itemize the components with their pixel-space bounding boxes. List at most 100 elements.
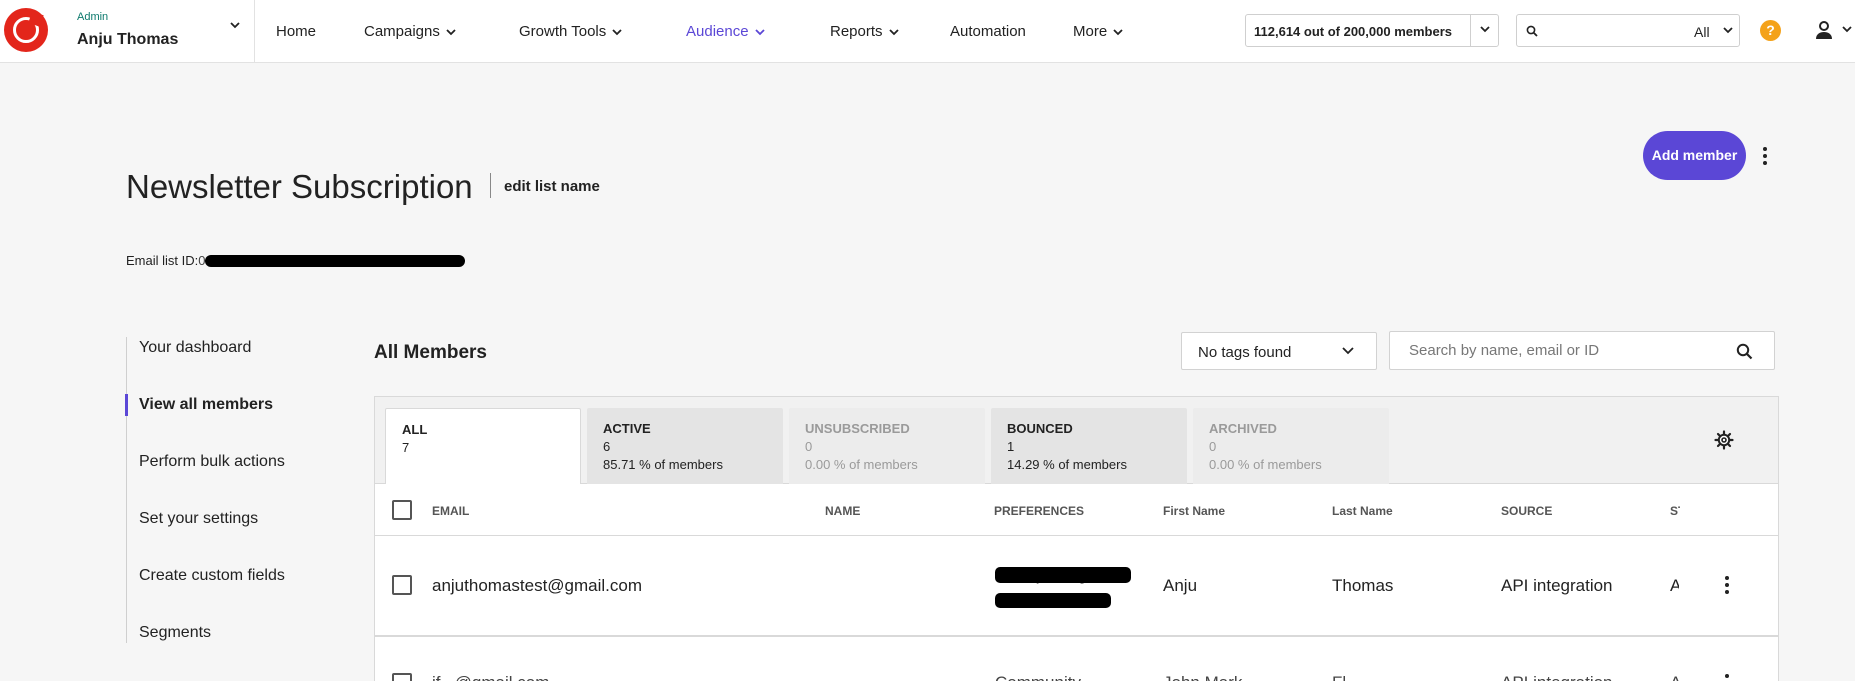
column-header-email[interactable]: EMAIL — [432, 504, 469, 518]
tab-unsubscribed[interactable]: UNSUBSCRIBED 0 0.00 % of members — [789, 408, 985, 484]
account-switcher[interactable]: Admin Anju Thomas — [62, 0, 255, 63]
member-source: API integration — [1501, 673, 1613, 681]
chevron-down-icon — [612, 28, 622, 35]
nav-label: Growth Tools — [519, 23, 607, 40]
column-header-status[interactable]: ST — [1670, 504, 1680, 518]
row-checkbox[interactable] — [392, 575, 412, 595]
tab-percent: 0.00 % of members — [805, 457, 918, 472]
members-quota-toggle[interactable] — [1470, 15, 1498, 46]
active-indicator — [125, 394, 128, 416]
tab-count: 0 — [1209, 439, 1217, 454]
nav-automation[interactable]: Automation — [950, 23, 1026, 40]
chevron-down-icon — [1480, 26, 1490, 33]
members-panel: ALL 7 ACTIVE 6 85.71 % of members UNSUBS… — [374, 396, 1779, 681]
row-more-options-icon[interactable] — [1724, 674, 1730, 681]
tab-count: 0 — [805, 439, 813, 454]
nav-audience[interactable]: Audience — [686, 23, 765, 40]
nav-label: Automation — [950, 23, 1026, 40]
column-header-name[interactable]: NAME — [825, 504, 860, 518]
tab-count: 7 — [402, 440, 410, 455]
audience-sidebar: Your dashboard View all members Perform … — [125, 337, 326, 643]
chevron-down-icon[interactable] — [1842, 26, 1852, 33]
page-more-options-icon[interactable] — [1762, 147, 1768, 168]
column-header-source[interactable]: SOURCE — [1501, 504, 1552, 518]
tab-percent: 0.00 % of members — [1209, 457, 1322, 472]
chevron-down-icon — [888, 28, 899, 35]
chevron-down-icon — [446, 28, 456, 35]
email-list-id-label: Email list ID: — [126, 253, 199, 268]
select-all-checkbox[interactable] — [392, 500, 412, 520]
top-navigation-bar: Admin Anju Thomas Home Campaigns Growth … — [0, 0, 1855, 63]
member-email[interactable]: if...@gmail.com — [432, 673, 549, 681]
tab-bounced[interactable]: BOUNCED 1 14.29 % of members — [991, 408, 1187, 484]
brand-logo[interactable] — [4, 8, 48, 52]
member-preferences: Community — [995, 673, 1081, 681]
sidebar-item-settings[interactable]: Set your settings — [139, 510, 258, 528]
sidebar-item-custom-fields[interactable]: Create custom fields — [139, 567, 285, 585]
nav-home[interactable]: Home — [276, 23, 316, 40]
member-first-name: Anju — [1163, 576, 1198, 595]
redaction-bar — [995, 567, 1131, 583]
sidebar-item-bulk-actions[interactable]: Perform bulk actions — [139, 453, 285, 471]
tab-percent: 85.71 % of members — [603, 457, 723, 472]
tab-all[interactable]: ALL 7 — [385, 408, 581, 485]
tags-filter-value: No tags found — [1198, 344, 1292, 361]
nav-more[interactable]: More — [1073, 23, 1123, 40]
table-row[interactable]: if...@gmail.com Community John Mark Fl..… — [375, 641, 1778, 681]
add-member-button[interactable]: Add member — [1643, 131, 1746, 180]
search-icon[interactable] — [1736, 343, 1753, 360]
nav-campaigns[interactable]: Campaigns — [364, 23, 456, 40]
sidebar-item-view-all-members[interactable]: View all members — [139, 396, 273, 414]
row-checkbox[interactable] — [392, 673, 412, 681]
redaction-bar — [205, 255, 465, 267]
tab-active[interactable]: ACTIVE 6 85.71 % of members — [587, 408, 783, 484]
section-title: All Members — [374, 342, 487, 363]
column-header-last-name[interactable]: Last Name — [1332, 504, 1393, 518]
row-more-options-icon[interactable] — [1724, 576, 1730, 597]
nav-label: Reports — [830, 23, 883, 40]
member-search-input[interactable] — [1409, 342, 1709, 359]
member-status: A — [1670, 673, 1679, 681]
chevron-down-icon — [1113, 28, 1123, 35]
status-tabs: ALL 7 ACTIVE 6 85.71 % of members UNSUBS… — [375, 397, 1778, 485]
sidebar-item-segments[interactable]: Segments — [139, 624, 211, 642]
tab-percent: 14.29 % of members — [1007, 457, 1127, 472]
nav-growth-tools[interactable]: Growth Tools — [519, 23, 622, 40]
member-first-name: John Mark — [1163, 673, 1242, 681]
tab-label: ARCHIVED — [1209, 421, 1277, 436]
member-status: A — [1670, 576, 1679, 595]
table-row[interactable]: anjuthomastest@gmail.com Birthday, Dialo… — [375, 536, 1778, 637]
members-quota-dropdown[interactable]: 112,614 out of 200,000 members — [1245, 14, 1499, 47]
chevron-down-icon — [754, 28, 765, 35]
tab-archived[interactable]: ARCHIVED 0 0.00 % of members — [1193, 408, 1389, 484]
help-icon[interactable]: ? — [1760, 20, 1781, 41]
tab-label: ALL — [402, 422, 428, 437]
tags-filter-select[interactable]: No tags found — [1181, 332, 1377, 370]
table-header: EMAIL NAME PREFERENCES First Name Last N… — [375, 484, 1778, 536]
edit-list-name-link[interactable]: edit list name — [504, 178, 600, 195]
member-source: API integration — [1501, 576, 1613, 595]
user-profile-icon[interactable] — [1814, 20, 1834, 40]
redaction-bar — [995, 593, 1111, 608]
gear-icon[interactable] — [1713, 429, 1735, 451]
sidebar-item-dashboard[interactable]: Your dashboard — [139, 339, 251, 357]
search-scope-select[interactable]: All — [1694, 24, 1710, 40]
chevron-down-icon — [1342, 347, 1354, 355]
nav-reports[interactable]: Reports — [830, 23, 899, 40]
search-icon — [1526, 25, 1538, 37]
column-header-first-name[interactable]: First Name — [1163, 504, 1225, 518]
member-search-field — [1389, 331, 1775, 370]
tab-label: BOUNCED — [1007, 421, 1073, 436]
account-role: Admin — [77, 11, 109, 23]
tab-label: ACTIVE — [603, 421, 651, 436]
column-header-preferences[interactable]: PREFERENCES — [994, 504, 1084, 518]
tab-label: UNSUBSCRIBED — [805, 421, 910, 436]
nav-label: Audience — [686, 23, 749, 40]
global-search-field[interactable]: All — [1516, 14, 1740, 47]
nav-label: More — [1073, 23, 1108, 40]
member-email[interactable]: anjuthomastest@gmail.com — [432, 576, 642, 596]
tab-count: 6 — [603, 439, 611, 454]
chevron-down-icon — [1723, 27, 1733, 34]
tab-count: 1 — [1007, 439, 1015, 454]
members-quota-text: 112,614 out of 200,000 members — [1254, 24, 1453, 39]
